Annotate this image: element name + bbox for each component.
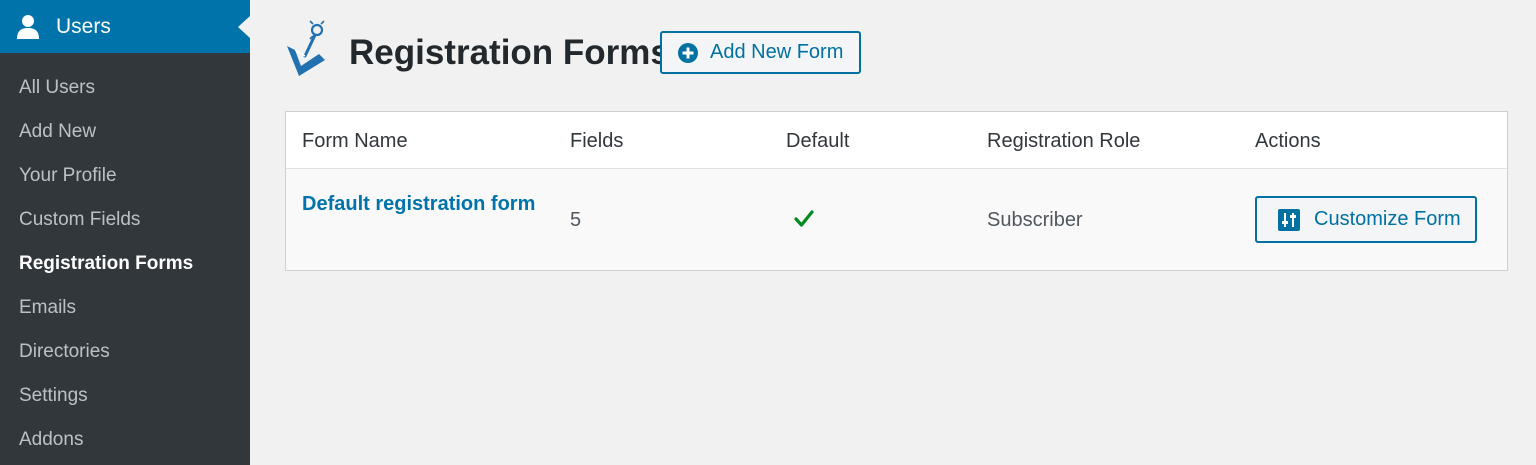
sidebar-item-addons[interactable]: Addons: [0, 418, 250, 462]
plugin-logo-icon: [287, 20, 325, 76]
add-new-form-button[interactable]: Add New Form: [660, 31, 861, 74]
sidebar-item-settings[interactable]: Settings: [0, 374, 250, 418]
fields-count: 5: [570, 209, 582, 231]
sidebar-item-add-new[interactable]: Add New: [0, 110, 250, 154]
table-header: Form Name Fields Default Registration Ro…: [286, 112, 1507, 169]
user-icon: [17, 15, 39, 39]
sidebar-item-custom-fields[interactable]: Custom Fields: [0, 198, 250, 242]
page-title: Registration Forms: [349, 33, 670, 72]
registration-role: Subscriber: [987, 209, 1083, 231]
add-new-form-label: Add New Form: [710, 41, 844, 63]
sidebar-item-directories[interactable]: Directories: [0, 330, 250, 374]
form-name-link[interactable]: Default registration form: [302, 192, 535, 216]
sidebar-item-your-profile[interactable]: Your Profile: [0, 154, 250, 198]
column-header-fields: Fields: [570, 130, 624, 152]
sliders-icon: [1278, 208, 1300, 231]
sidebar-section-label: Users: [56, 15, 111, 38]
customize-form-label: Customize Form: [1314, 208, 1461, 230]
checkmark-icon: [794, 210, 814, 227]
admin-sidebar: Users All Users Add New Your Profile Cus…: [0, 0, 250, 465]
registration-forms-table: Form Name Fields Default Registration Ro…: [285, 111, 1508, 271]
sidebar-item-all-users[interactable]: All Users: [0, 66, 250, 110]
users-submenu: All Users Add New Your Profile Custom Fi…: [0, 66, 250, 462]
sidebar-menu-users[interactable]: Users: [0, 0, 250, 53]
column-header-registration-role: Registration Role: [987, 130, 1141, 152]
sidebar-item-emails[interactable]: Emails: [0, 286, 250, 330]
sidebar-item-registration-forms[interactable]: Registration Forms: [0, 242, 250, 286]
plus-circle-icon: [678, 42, 698, 63]
column-header-actions: Actions: [1255, 130, 1321, 152]
column-header-form-name: Form Name: [302, 130, 408, 152]
customize-form-button[interactable]: Customize Form: [1255, 196, 1477, 243]
column-header-default: Default: [786, 130, 850, 152]
current-menu-arrow: [238, 16, 250, 38]
